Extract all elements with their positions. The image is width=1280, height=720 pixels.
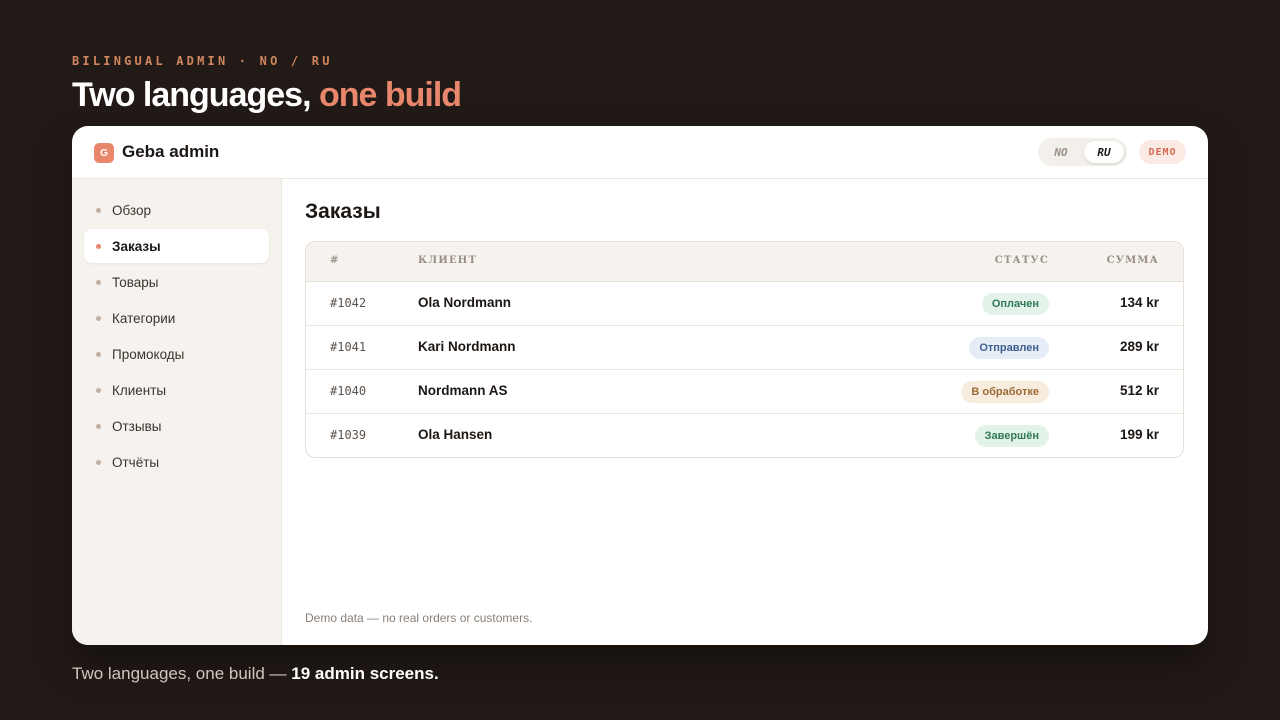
sidebar-item-reports[interactable]: Отчёты [84,445,269,479]
order-client: Nordmann AS [418,383,508,398]
status-badge: В обработке [961,381,1049,403]
admin-window: G Geba admin NO RU DEMO Обзор Заказы Тов… [72,126,1208,645]
caption-text: Two languages, one build — [72,664,287,683]
sidebar-item-label: Обзор [112,202,151,218]
language-option-ru[interactable]: RU [1084,141,1124,163]
sidebar-item-overview[interactable]: Обзор [84,193,269,227]
order-number: #1041 [330,340,367,354]
status-badge: Оплачен [981,293,1049,315]
demo-badge: DEMO [1139,140,1186,164]
order-amount: 512 kr [1119,383,1159,398]
status-badge: Завершён [974,425,1049,447]
sidebar-item-reviews[interactable]: Отзывы [84,409,269,443]
sidebar-item-customers[interactable]: Клиенты [84,373,269,407]
page-title: Заказы [305,200,381,223]
table-header: # КЛИЕНТ СТАТУС СУММА [306,242,1183,282]
sidebar-item-label: Отзывы [112,418,162,434]
column-header-client: КЛИЕНТ [418,255,478,266]
order-number: #1042 [330,296,367,310]
bullet-icon [96,316,101,321]
order-client: Kari Nordmann [418,339,516,354]
bullet-icon [96,244,101,249]
language-option-no[interactable]: NO [1041,141,1081,163]
table-row[interactable]: #1039 Ola Hansen Завершён 199 kr [306,414,1183,457]
hero-title: Two languages, one build [72,76,462,115]
sidebar: Обзор Заказы Товары Категории Промокоды … [72,179,282,645]
bullet-icon [96,280,101,285]
order-client: Ola Nordmann [418,295,512,310]
column-header-status: СТАТУС [994,255,1049,266]
main-content: Заказы # КЛИЕНТ СТАТУС СУММА #1042 Ola N… [283,179,1208,645]
orders-table: # КЛИЕНТ СТАТУС СУММА #1042 Ola Nordmann… [305,241,1184,458]
sidebar-item-products[interactable]: Товары [84,265,269,299]
order-number: #1040 [330,384,367,398]
bullet-icon [96,352,101,357]
order-client: Ola Hansen [418,427,493,442]
order-amount: 134 kr [1119,295,1159,310]
demo-footnote: Demo data — no real orders or customers. [305,611,533,625]
sidebar-item-promocodes[interactable]: Промокоды [84,337,269,371]
status-badge: Отправлен [969,337,1049,359]
top-bar: G Geba admin NO RU DEMO [72,126,1208,179]
bullet-icon [96,460,101,465]
language-toggle: NO RU [1038,138,1127,166]
table-row[interactable]: #1040 Nordmann AS В обработке 512 kr [306,370,1183,414]
sidebar-item-label: Товары [112,274,159,290]
sidebar-item-label: Промокоды [112,346,185,362]
hero-title-accent: one build [318,76,462,114]
order-amount: 289 kr [1119,339,1159,354]
sidebar-item-label: Отчёты [112,454,160,470]
table-row[interactable]: #1041 Kari Nordmann Отправлен 289 kr [306,326,1183,370]
table-row[interactable]: #1042 Ola Nordmann Оплачен 134 kr [306,282,1183,326]
app-name: Geba admin [122,142,220,161]
bullet-icon [96,388,101,393]
column-header-amount: СУММА [1106,255,1159,266]
sidebar-item-label: Заказы [112,238,161,254]
hero-title-main: Two languages, [72,76,312,114]
order-amount: 199 kr [1119,427,1159,442]
bullet-icon [96,208,101,213]
sidebar-item-orders[interactable]: Заказы [84,229,269,263]
app-logo-icon: G [94,143,114,163]
order-number: #1039 [330,428,367,442]
sidebar-item-label: Клиенты [112,382,167,398]
bullet-icon [96,424,101,429]
eyebrow-label: BILINGUAL ADMIN · NO / RU [72,54,333,68]
sidebar-item-label: Категории [112,310,176,326]
sidebar-item-categories[interactable]: Категории [84,301,269,335]
column-header-number: # [330,255,340,266]
caption-emphasis: 19 admin screens. [291,664,439,683]
caption: Two languages, one build — 19 admin scre… [72,664,439,684]
